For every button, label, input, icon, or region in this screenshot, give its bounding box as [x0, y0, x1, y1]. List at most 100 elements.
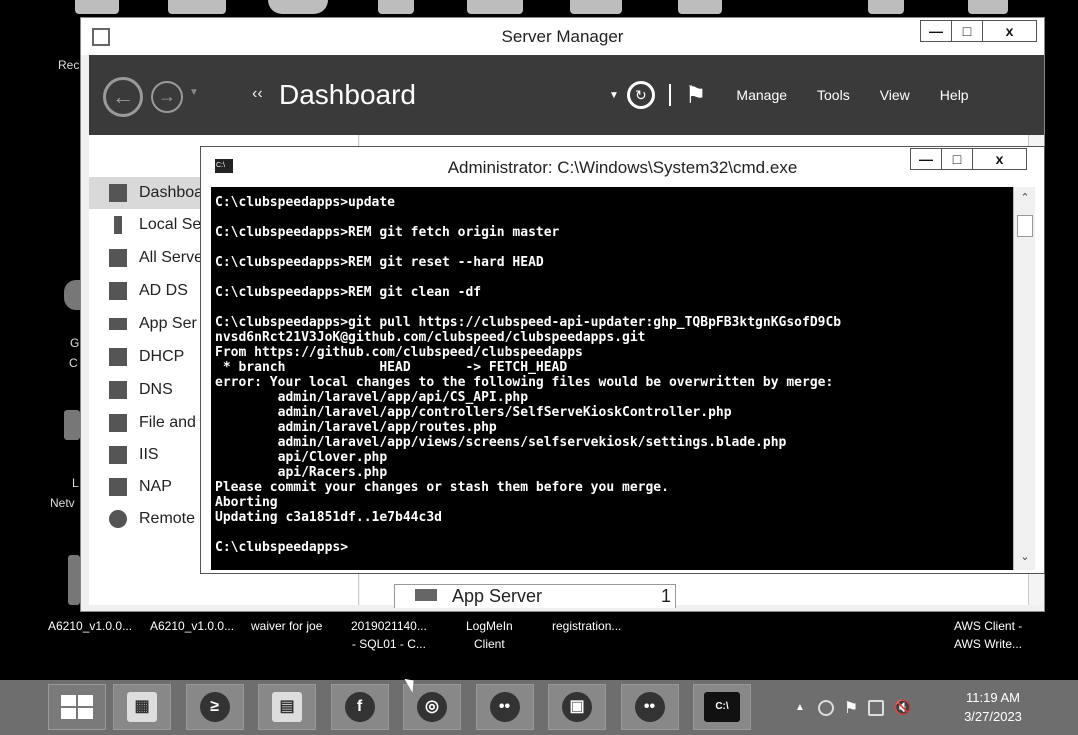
taskbar: ▦ ≥ ▤ f ◎ •• ▣ •• C:\ ▲ ⚑ 🔇 11:19 AM 3/27/2023: [0, 680, 1078, 735]
sidebar-item-label: Remote: [139, 510, 196, 527]
app-f-icon: f: [344, 692, 375, 722]
file-storage-icon: [109, 414, 127, 432]
maximize-button[interactable]: □: [951, 20, 983, 42]
breadcrumb-arrows-icon: ‹‹: [252, 85, 263, 102]
refresh-icon[interactable]: ↻: [626, 81, 655, 109]
app-server-tile[interactable]: App Server 1: [394, 584, 676, 608]
desktop-icon[interactable]: [678, 0, 722, 14]
minimize-button[interactable]: —: [910, 148, 942, 170]
file-explorer-icon: ▤: [272, 692, 302, 722]
scrollbar[interactable]: ⌃ ⌄: [1013, 187, 1035, 570]
back-arrow-icon[interactable]: ←: [103, 77, 143, 117]
console-line: api/Clover.php: [215, 450, 388, 465]
desktop-label: Rec: [58, 58, 80, 72]
minimize-button[interactable]: —: [920, 20, 952, 42]
dashboard-grid-icon: [109, 184, 127, 202]
sidebar-item-label: Dashboa: [139, 184, 204, 201]
tray-app-icon[interactable]: [817, 699, 834, 716]
chrome-icon: ◎: [417, 692, 447, 722]
iis-icon: [109, 446, 127, 464]
clock-date: 3/27/2023: [964, 709, 1022, 724]
console-line: api/Racers.php: [215, 465, 388, 480]
cmd-titlebar[interactable]: C:\ Administrator: C:\Windows\System32\c…: [201, 147, 1044, 187]
desktop-shortcut-label: LogMeIn: [466, 619, 513, 633]
desktop-shortcut[interactable]: A6210_v1.0.0...: [150, 617, 234, 635]
desktop-icon[interactable]: [968, 0, 1008, 14]
desktop-icon[interactable]: [64, 280, 80, 310]
desktop-icon[interactable]: [64, 410, 80, 440]
desktop-top-icons: [0, 0, 1078, 18]
powershell-task[interactable]: ≥: [185, 684, 244, 730]
menu-tools[interactable]: Tools: [817, 87, 850, 103]
windows-logo-icon: [61, 695, 95, 721]
local-server-icon: [114, 216, 122, 234]
window-controls: — □ x: [910, 148, 1027, 170]
network-task[interactable]: ▣: [548, 684, 606, 730]
start-button[interactable]: [48, 684, 106, 730]
sidebar-item-label: App Ser: [139, 315, 197, 332]
remote-access-icon: [109, 510, 127, 528]
desktop-shortcut[interactable]: waiver for joe: [251, 617, 322, 635]
close-button[interactable]: x: [972, 148, 1027, 170]
menu-manage[interactable]: Manage: [736, 87, 787, 103]
tray-overflow-icon[interactable]: ▲: [795, 702, 805, 713]
desktop-icon[interactable]: [168, 0, 226, 14]
console-line: admin/laravel/app/views/screens/selfserv…: [215, 435, 787, 450]
console-line: admin/laravel/app/controllers/SelfServeK…: [215, 405, 732, 420]
network-icon[interactable]: [868, 699, 885, 716]
dns-icon: [109, 381, 127, 399]
console-line: C:\clubspeedapps>REM git clean -df: [215, 285, 482, 300]
app-server-icon: [415, 589, 437, 601]
desktop-shortcut[interactable]: registration...: [552, 617, 621, 635]
desktop-icon[interactable]: [570, 0, 622, 14]
menu-help[interactable]: Help: [940, 87, 969, 103]
server-manager-icon: ▦: [127, 692, 157, 722]
chevron-down-icon[interactable]: ▼: [609, 90, 619, 101]
scroll-down-arrow-icon[interactable]: ⌄: [1017, 549, 1033, 565]
desktop-icon[interactable]: [868, 0, 904, 14]
desktop-icon[interactable]: [467, 0, 523, 14]
cmd-console-output[interactable]: C:\clubspeedapps>update C:\clubspeedapps>…: [211, 187, 1013, 570]
clock[interactable]: 11:19 AM 3/27/2023: [955, 688, 1031, 726]
desktop-icon[interactable]: [75, 0, 119, 14]
console-line: admin/laravel/app/api/CS_API.php: [215, 390, 529, 405]
close-button[interactable]: x: [982, 20, 1037, 42]
file-explorer-task[interactable]: ▤: [258, 684, 316, 730]
desktop-shortcut-label: registration...: [552, 619, 622, 633]
sidebar-item-label: DHCP: [139, 348, 185, 365]
console-line: From https://github.com/clubspeed/clubsp…: [215, 345, 583, 360]
forward-arrow-icon[interactable]: →: [151, 81, 183, 113]
desktop-icon[interactable]: [378, 0, 414, 14]
logmein-icon: ••: [489, 692, 520, 722]
server-manager-titlebar[interactable]: Server Manager — □ x: [81, 18, 1044, 55]
separator: [668, 84, 671, 106]
cmd-task[interactable]: C:\: [693, 684, 751, 730]
volume-muted-icon[interactable]: 🔇: [894, 699, 911, 716]
menu-view[interactable]: View: [880, 87, 910, 103]
app-f-task[interactable]: f: [330, 684, 389, 730]
header-tools: ▼ ↻ ⚑ Manage Tools View Help: [609, 55, 969, 135]
notifications-flag-icon[interactable]: ⚑: [685, 81, 707, 110]
console-line: error: Your local changes to the followi…: [215, 375, 834, 390]
action-center-flag-icon[interactable]: ⚑: [844, 698, 858, 718]
logmein-client-task[interactable]: ••: [620, 684, 679, 730]
desktop-shortcut[interactable]: 2019021140... - SQL01 - C...: [351, 617, 427, 653]
desktop-shortcut-label: AWS Client -: [954, 619, 1023, 633]
desktop-shortcut[interactable]: AWS Client - AWS Write...: [954, 617, 1022, 653]
desktop-shortcut-label: - SQL01 - C...: [351, 637, 426, 651]
logmein-task[interactable]: ••: [475, 684, 534, 730]
maximize-button[interactable]: □: [941, 148, 973, 170]
server-manager-task[interactable]: ▦: [113, 684, 171, 730]
desktop-icon[interactable]: [268, 0, 328, 14]
desktop-shortcut[interactable]: A6210_v1.0.0...: [48, 617, 132, 635]
desktop-shortcut[interactable]: LogMeIn Client: [466, 617, 513, 653]
console-line: C:\clubspeedapps>git pull https://clubsp…: [215, 315, 842, 330]
console-line: Aborting: [215, 495, 278, 510]
app-server-icon: [109, 318, 127, 330]
scrollbar-thumb[interactable]: [1017, 215, 1033, 237]
desktop-icon[interactable]: [68, 555, 80, 605]
sidebar-item-label: File and: [139, 414, 196, 431]
scroll-up-arrow-icon[interactable]: ⌃: [1017, 190, 1033, 206]
sidebar-item-label: NAP: [139, 478, 172, 495]
chevron-down-icon[interactable]: ▼: [189, 87, 199, 98]
